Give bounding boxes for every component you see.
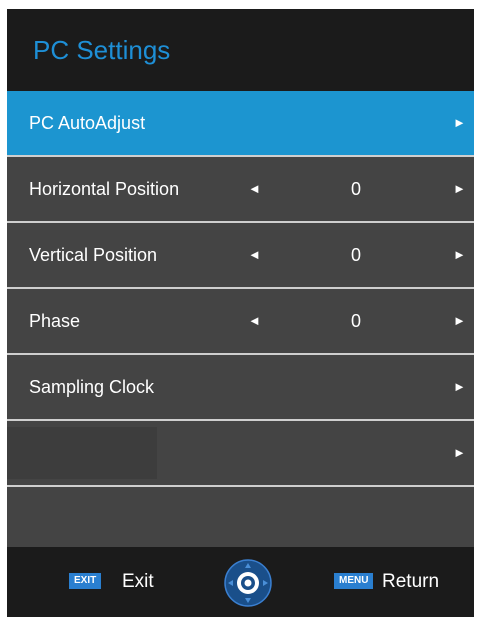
setting-value: 0 [351,311,362,331]
exit-key-badge[interactable]: EXIT [69,573,102,589]
settings-list: PC AutoAdjust ► Horizontal Position ◄ 0 … [7,91,474,553]
menu-item-label: Phase [29,311,81,331]
menu-item-label: Horizontal Position [29,179,180,199]
menu-item-horizontal-position[interactable]: Horizontal Position ◄ 0 ► [7,157,474,223]
right-arrow-icon[interactable]: ► [453,289,466,353]
menu-item-pc-autoadjust[interactable]: PC AutoAdjust ► [7,91,474,157]
left-arrow-icon[interactable]: ◄ [248,223,261,287]
menu-item-disabled[interactable]: ► [7,421,474,487]
setting-value: 0 [351,179,362,199]
title-bar: PC Settings [7,9,474,91]
return-label: Return [382,571,440,592]
left-arrow-icon[interactable]: ◄ [248,157,261,221]
right-arrow-icon[interactable]: ► [453,157,466,221]
menu-item-phase[interactable]: Phase ◄ 0 ► [7,289,474,355]
menu-item-vertical-position[interactable]: Vertical Position ◄ 0 ► [7,223,474,289]
pc-settings-panel: PC Settings PC AutoAdjust ► Horizontal P… [7,9,474,617]
disabled-label-placeholder [7,427,157,479]
right-arrow-icon[interactable]: ► [453,355,466,419]
left-arrow-icon[interactable]: ◄ [248,289,261,353]
footer-bar: EXIT Exit MENU Return [7,547,474,617]
menu-item-label: Sampling Clock [29,377,155,397]
exit-label: Exit [122,571,154,592]
menu-item-label: PC AutoAdjust [29,113,146,133]
right-arrow-icon[interactable]: ► [453,421,466,485]
right-arrow-icon[interactable]: ► [453,223,466,287]
menu-key-badge[interactable]: MENU [334,573,374,589]
right-arrow-icon[interactable]: ► [453,91,466,155]
setting-value: 0 [351,245,362,265]
navigation-dpad-icon [224,559,272,607]
page-title: PC Settings [33,35,171,65]
menu-item-empty [7,487,474,553]
menu-item-sampling-clock[interactable]: Sampling Clock ► [7,355,474,421]
menu-item-label: Vertical Position [29,245,158,265]
